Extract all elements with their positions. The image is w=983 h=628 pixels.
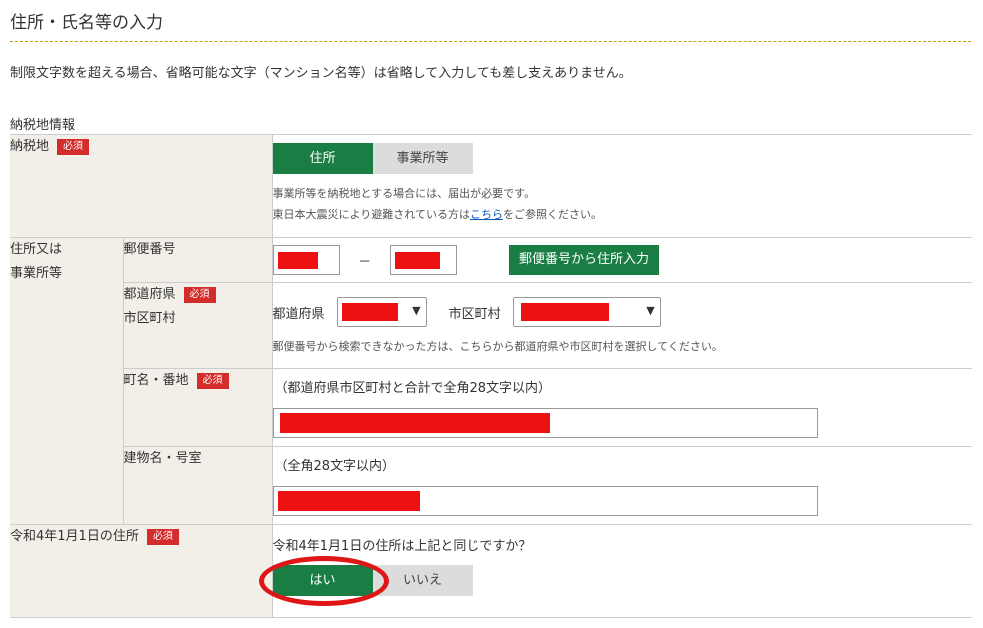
required-badge: 必須 <box>57 139 90 155</box>
postal-separator: － <box>358 254 372 270</box>
redaction <box>394 252 440 269</box>
building-label: 建物名・号室 <box>123 451 202 466</box>
town-value-cell: （都道府県市区町村と合計で全角28文字以内） <box>271 368 972 447</box>
section-label: 納税地情報 <box>10 118 76 133</box>
pref-city-label-cell: 都道府県 必須 市区町村 <box>122 282 273 369</box>
pref-label: 都道府県 <box>272 306 325 322</box>
redaction <box>277 252 318 269</box>
redaction <box>279 413 550 433</box>
address-group-label-1: 住所又は <box>10 242 63 257</box>
building-label-cell: 建物名・号室 <box>122 446 273 525</box>
redaction <box>520 303 609 321</box>
required-badge: 必須 <box>196 373 229 389</box>
building-hint: （全角28文字以内） <box>274 459 396 474</box>
building-input[interactable] <box>272 486 818 516</box>
city-label: 市区町村 <box>448 306 501 322</box>
chevron-down-icon: ▼ <box>646 304 655 317</box>
town-label-cell: 町名・番地 必須 <box>122 368 273 447</box>
tax-place-toggle: 住所 事業所等 <box>272 143 972 174</box>
postal-value-cell: － 郵便番号から住所入力 <box>271 237 972 283</box>
pref-city-note: 郵便番号から検索できなかった方は、こちらから都道府県や市区町村を選択してください… <box>272 340 723 353</box>
tax-place-value-cell: 住所 事業所等 事業所等を納税地とする場合には、届出が必要です。 東日本大震災に… <box>271 134 972 238</box>
reiwa-no-button[interactable]: いいえ <box>372 565 473 596</box>
postal-label-cell: 郵便番号 <box>122 237 273 283</box>
tax-place-label-cell: 納税地 必須 <box>10 134 273 238</box>
tax-place-form: 納税地 必須 住所 事業所等 事業所等を納税地とする場合には、届出が必要です。 東… <box>10 134 972 618</box>
pref-city-label-1: 都道府県 <box>123 287 176 302</box>
refer-link[interactable]: こちら <box>470 208 503 221</box>
town-label: 町名・番地 <box>123 373 189 388</box>
page-title: 住所・氏名等の入力 <box>10 13 163 33</box>
tax-place-option-office[interactable]: 事業所等 <box>372 143 473 174</box>
tax-place-note-1: 事業所等を納税地とする場合には、届出が必要です。 <box>272 187 536 200</box>
reiwa-value-cell: 令和4年1月1日の住所は上記と同じですか？ はい いいえ <box>271 524 972 618</box>
reiwa-label: 令和4年1月1日の住所 <box>10 529 139 544</box>
required-badge: 必須 <box>146 529 179 545</box>
postal-lookup-button[interactable]: 郵便番号から住所入力 <box>508 245 659 275</box>
building-value-cell: （全角28文字以内） <box>271 446 972 525</box>
note-2-prefix: 東日本大震災により避難されている方は <box>272 208 470 221</box>
title-divider <box>10 41 971 42</box>
address-group-label-cell: 住所又は 事業所等 <box>10 237 123 525</box>
pref-city-label-2: 市区町村 <box>123 311 176 326</box>
city-select[interactable]: ▼ <box>512 297 661 327</box>
reiwa-question: 令和4年1月1日の住所は上記と同じですか？ <box>272 539 532 554</box>
intro-text: 制限文字数を超える場合、省略可能な文字（マンション名等）は省略して入力しても差し… <box>10 66 632 81</box>
postal-code-second-input[interactable] <box>389 245 457 275</box>
town-input[interactable] <box>272 408 818 438</box>
reiwa-toggle: はい いいえ <box>272 565 972 596</box>
tax-place-label: 納税地 <box>10 139 50 154</box>
postal-label: 郵便番号 <box>123 242 176 257</box>
reiwa-label-cell: 令和4年1月1日の住所 必須 <box>10 524 273 618</box>
reiwa-yes-button[interactable]: はい <box>272 565 373 596</box>
tax-place-note-2: 東日本大震災により避難されている方はこちらをご参照ください。 <box>273 204 972 225</box>
postal-code-first-input[interactable] <box>272 245 340 275</box>
pref-city-value-cell: 都道府県 ▼ 市区町村 ▼ 郵便番号から検索できなかった方は、こちらから都道府県や市… <box>271 282 972 369</box>
redaction <box>341 303 398 321</box>
pref-select[interactable]: ▼ <box>336 297 427 327</box>
address-group-label-2: 事業所等 <box>10 266 63 281</box>
redaction <box>277 491 420 511</box>
tax-place-option-address[interactable]: 住所 <box>272 143 373 174</box>
required-badge: 必須 <box>183 287 216 303</box>
chevron-down-icon: ▼ <box>412 304 421 317</box>
town-hint: （都道府県市区町村と合計で全角28文字以内） <box>274 381 552 396</box>
note-2-suffix: をご参照ください。 <box>502 208 602 221</box>
